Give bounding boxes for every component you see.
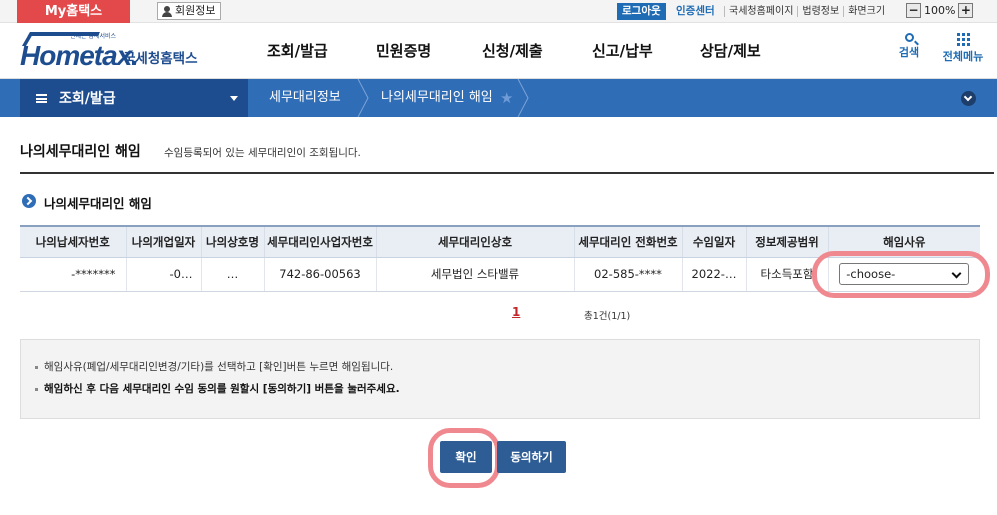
expand-down-icon[interactable] [961,91,976,106]
favorite-star-icon[interactable]: ★ [500,89,513,107]
taxpayer-number-cell: -******* [20,257,126,292]
search-label: 검색 [898,46,920,59]
top-utility-bar: My홈택스 회원정보 로그아웃 인증센터 국세청홈페이지 법령정보 화면크기 −… [0,0,997,23]
logo-korean-name: 국세청홈택스 [123,51,198,67]
total-count: 총1건(1/1) [584,311,631,322]
zoom-control: − 100% + [906,3,974,18]
info-scope-cell: 타소득포함 [745,257,828,292]
nav-apply-submit[interactable]: 신청/제출 [482,23,543,79]
column-header: 해임사유 [827,225,980,258]
member-info-button[interactable]: 회원정보 [157,2,222,20]
zoom-out-button[interactable]: − [906,3,921,18]
agent-business-number-cell: 742-86-00563 [263,257,376,292]
nav-civil-certificate[interactable]: 민원증명 [376,23,431,79]
nav-consult-report[interactable]: 상담/제보 [700,23,761,79]
nts-homepage-link[interactable]: 국세청홈페이지 [724,6,797,17]
trade-name-cell: … [200,257,264,292]
breadcrumb-menu-dropdown[interactable]: 조회/발급 [20,79,248,117]
hamburger-icon [36,93,47,103]
breadcrumb-menu-label: 조회/발급 [59,91,116,107]
section-arrow-icon [22,194,36,208]
my-hometax-button[interactable]: My홈택스 [17,0,130,23]
notice-item: 해임사유(폐업/세무대리인변경/기타)를 선택하고 [확인]버튼 누르면 해임됩… [35,356,979,378]
breadcrumb-separator-icon [517,79,529,117]
tax-agent-table: 나의납세자번호 나의개업일자 나의상호명 세무대리인사업자번호 세무대리인상호 … [20,225,980,292]
cert-center-link[interactable]: 인증센터 [676,3,715,20]
screen-size-label: 화면크기 [843,6,889,17]
open-date-cell: -0… [125,257,201,292]
title-divider [20,172,994,174]
page-description: 수임등록되어 있는 세무대리인이 조회됩니다. [164,147,361,159]
column-header: 세무대리인상호 [375,225,574,258]
member-info-label: 회원정보 [175,4,216,17]
logo-wordmark: Hometax. [20,40,139,71]
table-row: -******* -0… … 742-86-00563 세무법인 스타밸류 02… [20,257,980,292]
page-number-current[interactable]: 1 [512,305,520,319]
agent-phone-cell: 02-585-**** [573,257,682,292]
page-title: 나의세무대리인 해임 [20,144,141,160]
confirm-button[interactable]: 확인 [440,441,492,473]
dismiss-reason-cell: -choose- [827,257,980,292]
all-menu-button[interactable]: 전체메뉴 [938,32,988,64]
breadcrumb-tax-agent-info[interactable]: 세무대리정보 [269,79,341,117]
agent-trade-name-cell: 세무법인 스타밸류 [375,257,574,292]
agree-button[interactable]: 동의하기 [497,441,566,473]
site-header: 언제든 납세서비스 Hometax. 국세청홈택스 조회/발급 민원증명 신청/… [0,23,997,79]
column-header: 세무대리인사업자번호 [263,225,376,258]
all-menu-label: 전체메뉴 [942,50,984,63]
dismiss-reason-select[interactable]: -choose- [839,263,970,285]
table-header-row: 나의납세자번호 나의개업일자 나의상호명 세무대리인사업자번호 세무대리인상호 … [20,225,980,258]
column-header: 나의납세자번호 [20,225,126,258]
search-icon [904,33,914,42]
engagement-date-cell: 2022-… [681,257,746,292]
notice-box: 해임사유(폐업/세무대리인변경/기타)를 선택하고 [확인]버튼 누르면 해임됩… [20,339,980,419]
column-header: 나의개업일자 [125,225,201,258]
chevron-down-icon [230,96,238,101]
hometax-logo[interactable]: 언제든 납세서비스 Hometax. 국세청홈택스 [20,30,210,74]
search-button[interactable]: 검색 [897,32,921,60]
column-header: 나의상호명 [200,225,264,258]
zoom-level: 100% [924,4,956,17]
column-header: 세무대리인 전화번호 [573,225,682,258]
breadcrumb-dismiss-agent[interactable]: 나의세무대리인 해임 [381,79,493,117]
column-header: 수임일자 [681,225,746,258]
breadcrumb: 조회/발급 세무대리정보 나의세무대리인 해임 ★ [0,79,997,117]
zoom-in-button[interactable]: + [958,3,974,18]
nav-report-pay[interactable]: 신고/납부 [592,23,653,79]
nav-inquiry-issue[interactable]: 조회/발급 [267,23,328,79]
logo-subtitle: 언제든 납세서비스 [70,33,117,40]
logout-button[interactable]: 로그아웃 [617,3,666,20]
law-info-link[interactable]: 법령정보 [797,6,843,17]
grid-menu-icon [956,33,970,46]
person-icon [162,5,172,17]
column-header: 정보제공범위 [745,225,828,258]
utility-links: 국세청홈페이지 법령정보 화면크기 [724,3,889,17]
breadcrumb-separator-icon [357,79,369,117]
section-title: 나의세무대리인 해임 [44,196,152,211]
notice-item: 해임하신 후 다음 세무대리인 수임 동의를 원할시 [동의하기] 버튼을 눌러… [35,378,979,400]
